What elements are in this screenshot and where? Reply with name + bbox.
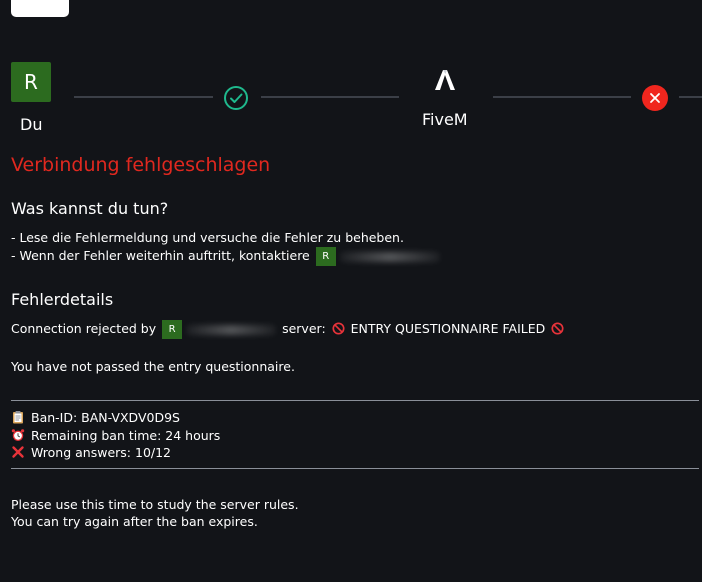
check-circle-icon bbox=[224, 86, 248, 110]
connection-page: R Du FiveM Verbindung fehlgeschlagen Was… bbox=[0, 0, 702, 582]
remaining-time: Remaining ban time: 24 hours bbox=[31, 428, 221, 443]
help-line-1: - Lese die Fehlermeldung und versuche di… bbox=[11, 230, 404, 245]
progress-line bbox=[261, 96, 399, 98]
clipboard-icon bbox=[13, 411, 23, 424]
user-label: Du bbox=[20, 115, 43, 134]
wrong-line: Wrong answers: 10/12 bbox=[11, 444, 171, 461]
no-entry-icon bbox=[551, 322, 564, 335]
redacted-server-name bbox=[186, 324, 277, 335]
advice-line-1: Please use this time to study the server… bbox=[11, 497, 299, 512]
remaining-line: Remaining ban time: 24 hours bbox=[11, 427, 220, 444]
help-heading: Was kannst du tun? bbox=[11, 199, 169, 218]
server-label: server: bbox=[282, 321, 326, 336]
user-avatar: R bbox=[11, 62, 51, 102]
progress-line bbox=[679, 96, 702, 98]
ban-id-line: Ban-ID: BAN-VXDV0D9S bbox=[11, 409, 180, 426]
failure-text: ENTRY QUESTIONNAIRE FAILED bbox=[350, 321, 546, 336]
progress-line bbox=[74, 96, 213, 98]
divider bbox=[11, 468, 699, 469]
redacted-name bbox=[339, 251, 440, 262]
details-message: You have not passed the entry questionna… bbox=[11, 359, 295, 374]
cross-mark-icon bbox=[12, 446, 24, 458]
help-line-2-text: - Wenn der Fehler weiterhin auftritt, ko… bbox=[11, 248, 310, 263]
alarm-clock-icon bbox=[11, 429, 25, 441]
rejected-prefix: Connection rejected by bbox=[11, 321, 157, 336]
top-tab[interactable] bbox=[11, 0, 69, 17]
divider bbox=[11, 400, 699, 401]
close-circle-icon bbox=[642, 85, 668, 111]
contact-avatar: R bbox=[315, 247, 336, 266]
progress-line bbox=[493, 96, 631, 98]
server-avatar: R bbox=[162, 320, 183, 339]
rejected-line: Connection rejected by R server: ENTRY Q… bbox=[11, 320, 566, 339]
help-line-2: - Wenn der Fehler weiterhin auftritt, ko… bbox=[11, 247, 442, 266]
no-entry-icon bbox=[332, 322, 345, 335]
fivem-logo-icon bbox=[435, 70, 455, 90]
wrong-answers: Wrong answers: 10/12 bbox=[31, 445, 172, 460]
ban-id: Ban-ID: BAN-VXDV0D9S bbox=[31, 410, 180, 425]
connection-failed-title: Verbindung fehlgeschlagen bbox=[11, 154, 271, 176]
fivem-label: FiveM bbox=[422, 110, 468, 129]
details-heading: Fehlerdetails bbox=[11, 290, 114, 309]
advice-line-2: You can try again after the ban expires. bbox=[11, 514, 258, 529]
user-avatar-letter: R bbox=[24, 70, 38, 94]
